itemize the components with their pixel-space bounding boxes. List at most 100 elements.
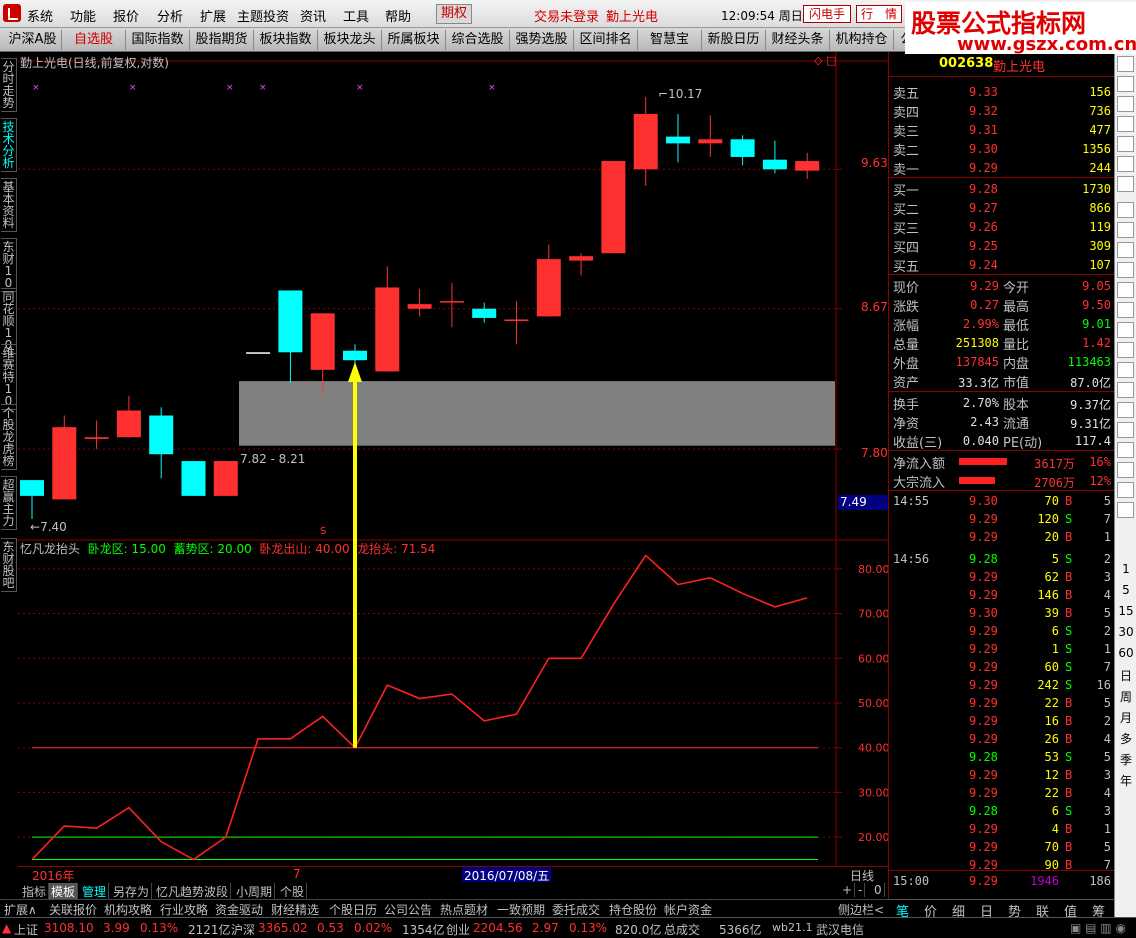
left-tab-1[interactable]: 技术分析 (1, 118, 17, 172)
history-icon[interactable] (1117, 202, 1134, 218)
func-13[interactable]: 侧边栏< (838, 901, 884, 918)
tab-manage[interactable]: 管理 (80, 883, 110, 900)
menu-quote[interactable]: 报价 (113, 6, 139, 25)
func-3[interactable]: 行业攻略 (160, 901, 208, 918)
chart-icon[interactable] (1117, 176, 1134, 192)
tab-2[interactable]: 国际指数 (126, 30, 190, 50)
f10-icon[interactable] (1117, 342, 1134, 358)
func-7[interactable]: 公司公告 (384, 901, 432, 918)
candle-icon[interactable] (1117, 262, 1134, 278)
cy-label[interactable]: 创业 (446, 921, 470, 938)
hs-label[interactable]: 沪深 (231, 921, 255, 938)
forward-icon[interactable] (1117, 116, 1134, 132)
menu-system[interactable]: 系统 (27, 6, 53, 25)
left-tab-3[interactable]: 东财10 (1, 238, 17, 292)
line-chart-icon[interactable] (1117, 242, 1134, 258)
kline-chart-svg[interactable]: × × × × × × 80.00 70.00 60.00 50.00 40.00 30.00 20.0… (18, 52, 888, 882)
ask-row[interactable]: 卖五 9.33 156 (889, 82, 1115, 102)
alert-icon[interactable] (1117, 462, 1134, 478)
period-2[interactable]: 15 (1115, 604, 1136, 618)
tab-1[interactable]: 自选股 (62, 30, 126, 50)
tab-0[interactable]: 沪深A股 (4, 30, 62, 50)
bars-icon[interactable] (1117, 282, 1134, 298)
menu-theme-invest[interactable]: 主题投资 (237, 6, 289, 25)
left-tab-5[interactable]: 维赛特10 (1, 344, 17, 410)
left-tab-2[interactable]: 基本资料 (1, 178, 17, 232)
list-icon[interactable] (1117, 96, 1134, 112)
tab-7[interactable]: 综合选股 (446, 30, 510, 50)
func-4[interactable]: 资金驱动 (215, 901, 263, 918)
tab-9[interactable]: 区间排名 (574, 30, 638, 50)
period-8[interactable]: 多 (1115, 730, 1136, 747)
chart-window-controls-icon[interactable]: ◇ □ (814, 54, 836, 67)
bid-row[interactable]: 买四 9.25 309 (889, 236, 1115, 256)
zoom-out-button[interactable]: - (856, 883, 866, 897)
period-7[interactable]: 月 (1115, 709, 1136, 726)
period-9[interactable]: 季 (1115, 751, 1136, 768)
tab-small-cycle[interactable]: 小周期 (234, 883, 276, 900)
period-1[interactable]: 5 (1115, 583, 1136, 597)
rsi-icon[interactable] (1117, 442, 1134, 458)
func-10[interactable]: 委托成交 (552, 901, 600, 918)
ask-row[interactable]: 卖三 9.31 477 (889, 120, 1115, 140)
period-6[interactable]: 周 (1115, 688, 1136, 705)
bid-row[interactable]: 买三 9.26 119 (889, 217, 1115, 237)
tab-6[interactable]: 所属板块 (382, 30, 446, 50)
func-12[interactable]: 帐户资金 (664, 901, 712, 918)
tab-indicator[interactable]: 指标 (20, 883, 50, 900)
window-icon[interactable] (1117, 222, 1134, 238)
chart-area[interactable]: × × × × × × 80.00 70.00 60.00 50.00 40.00 30.00 20.0… (18, 52, 888, 882)
zoom-in-button[interactable]: + (840, 883, 856, 897)
func-5[interactable]: 财经精选 (271, 901, 319, 918)
func-9[interactable]: 一致预期 (497, 901, 545, 918)
tab-4[interactable]: 板块指数 (254, 30, 318, 50)
tab-5[interactable]: 板块龙头 (318, 30, 382, 50)
tab-save-as[interactable]: 另存为 (111, 883, 153, 900)
options-button[interactable]: 期权 (436, 4, 472, 24)
menu-tools[interactable]: 工具 (343, 6, 369, 25)
menu-help[interactable]: 帮助 (385, 6, 411, 25)
bid-row[interactable]: 买五 9.24 107 (889, 255, 1115, 275)
tab-8[interactable]: 强势选股 (510, 30, 574, 50)
notes-icon[interactable] (1117, 302, 1134, 318)
func-0[interactable]: 扩展∧ (4, 901, 37, 918)
login-status[interactable]: 交易未登录 (534, 6, 599, 25)
left-tab-8[interactable]: 东财股吧 (1, 538, 17, 592)
period-4[interactable]: 60 (1115, 646, 1136, 660)
tab-10[interactable]: 智慧宝 (638, 30, 702, 50)
tab-12[interactable]: 财经头条 (766, 30, 830, 50)
left-tab-6[interactable]: 个股龙虎榜 (1, 404, 17, 470)
func-2[interactable]: 机构攻略 (104, 901, 152, 918)
tab-3[interactable]: 股指期货 (190, 30, 254, 50)
func-6[interactable]: 个股日历 (329, 901, 377, 918)
tab-11[interactable]: 新股日历 (702, 30, 766, 50)
period-3[interactable]: 30 (1115, 625, 1136, 639)
sh-label[interactable]: 上证 (14, 921, 38, 938)
menu-function[interactable]: 功能 (70, 6, 96, 25)
bid-row[interactable]: 买一 9.28 1730 (889, 179, 1115, 199)
tray-icons[interactable]: ▣ ▤ ▥ ◉ (1070, 921, 1126, 935)
bid-row[interactable]: 买二 9.27 866 (889, 198, 1115, 218)
f12-icon[interactable] (1117, 362, 1134, 378)
flash-trade-button[interactable]: 闪电手 (803, 5, 851, 23)
scroll-up-icon[interactable] (1117, 56, 1134, 72)
menu-news[interactable]: 资讯 (300, 6, 326, 25)
period-0[interactable]: 1 (1115, 562, 1136, 576)
left-tab-7[interactable]: 超赢主力 (1, 476, 17, 530)
grid-icon[interactable] (1117, 156, 1134, 172)
monitor-icon[interactable] (1117, 76, 1134, 92)
settings-icon[interactable] (1117, 402, 1134, 418)
ask-row[interactable]: 卖四 9.32 736 (889, 101, 1115, 121)
tab-stock[interactable]: 个股 (278, 883, 308, 900)
menu-extend[interactable]: 扩展 (200, 6, 226, 25)
back-icon[interactable] (1117, 136, 1134, 152)
zoom-icon[interactable] (1117, 322, 1134, 338)
func-8[interactable]: 热点题材 (440, 901, 488, 918)
wave-icon[interactable] (1117, 422, 1134, 438)
ask-row[interactable]: 卖一 9.29 244 (889, 158, 1115, 178)
tab-template[interactable]: 模板 (49, 883, 79, 900)
period-10[interactable]: 年 (1115, 772, 1136, 789)
menu-analysis[interactable]: 分析 (157, 6, 183, 25)
trend-icon[interactable] (1117, 482, 1134, 498)
tab-13[interactable]: 机构持仓 (830, 30, 894, 50)
